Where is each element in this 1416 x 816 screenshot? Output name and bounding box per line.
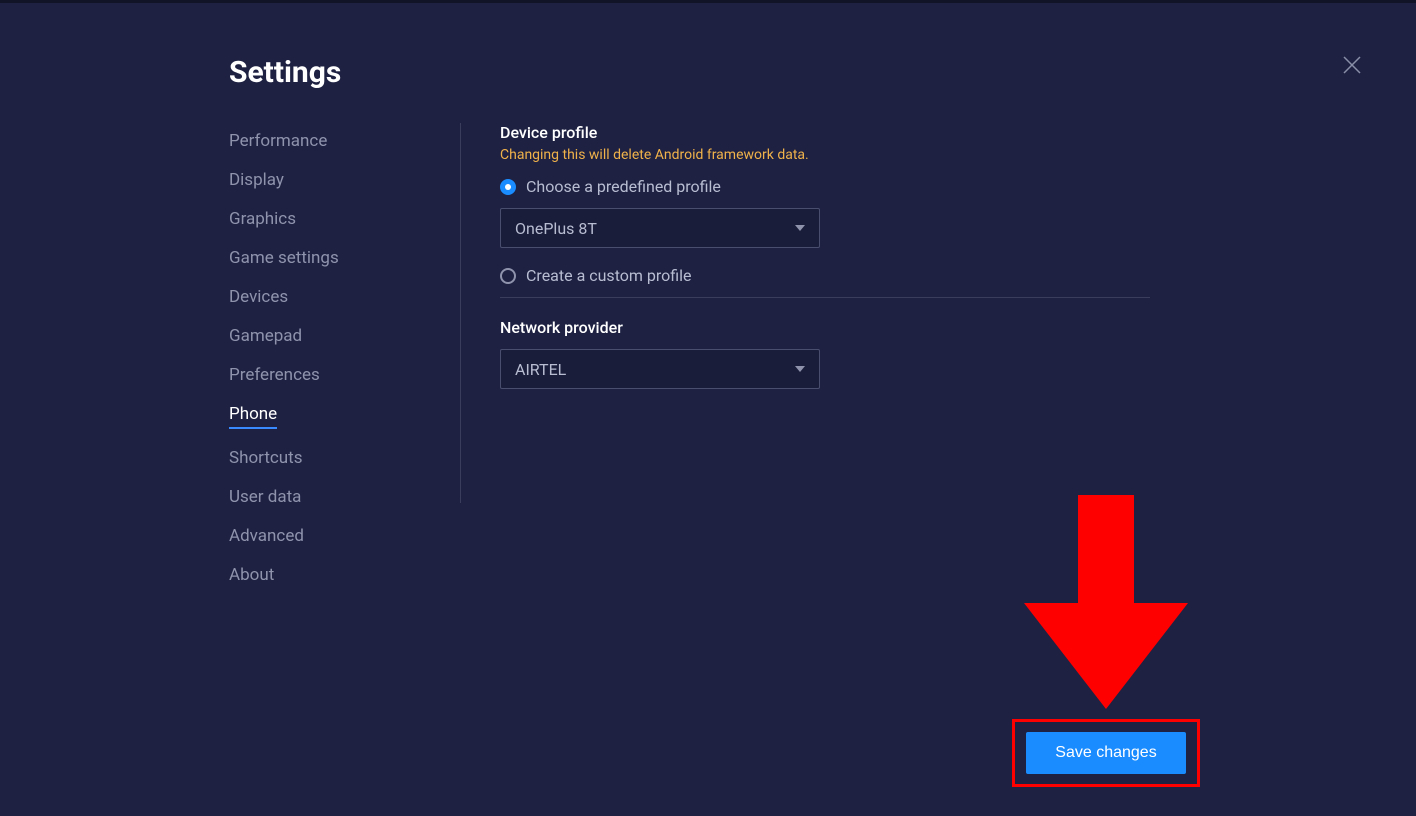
sidebar-item-display[interactable]: Display (229, 170, 284, 190)
sidebar-item-devices[interactable]: Devices (229, 287, 288, 307)
device-profile-select[interactable]: OnePlus 8T (500, 208, 820, 248)
vertical-divider (460, 123, 461, 503)
sidebar-item-gamepad[interactable]: Gamepad (229, 326, 302, 346)
settings-page: Settings Performance Display Graphics Ga… (0, 3, 1416, 816)
chevron-down-icon (795, 366, 805, 372)
save-changes-button[interactable]: Save changes (1026, 732, 1186, 774)
device-profile-heading: Device profile (500, 123, 1166, 142)
chevron-down-icon (795, 225, 805, 231)
network-provider-select[interactable]: AIRTEL (500, 349, 820, 389)
settings-sidebar: Performance Display Graphics Game settin… (229, 131, 439, 585)
radio-icon (500, 179, 516, 195)
sidebar-item-graphics[interactable]: Graphics (229, 209, 296, 229)
sidebar-item-performance[interactable]: Performance (229, 131, 327, 151)
radio-custom-profile[interactable]: Create a custom profile (500, 266, 1166, 285)
radio-icon (500, 268, 516, 284)
select-value: OnePlus 8T (515, 219, 597, 238)
radio-label: Choose a predefined profile (526, 177, 721, 196)
select-value: AIRTEL (515, 360, 566, 379)
section-divider (500, 297, 1150, 298)
settings-content: Device profile Changing this will delete… (500, 123, 1166, 407)
device-profile-warning: Changing this will delete Android framew… (500, 147, 1166, 163)
sidebar-item-phone[interactable]: Phone (229, 404, 277, 429)
sidebar-item-shortcuts[interactable]: Shortcuts (229, 448, 303, 468)
annotation-arrow-icon (1024, 495, 1188, 709)
sidebar-item-game-settings[interactable]: Game settings (229, 248, 339, 268)
page-title: Settings (229, 55, 341, 90)
close-icon[interactable] (1340, 53, 1364, 77)
sidebar-item-preferences[interactable]: Preferences (229, 365, 320, 385)
sidebar-item-user-data[interactable]: User data (229, 487, 301, 507)
sidebar-item-about[interactable]: About (229, 565, 274, 585)
sidebar-item-advanced[interactable]: Advanced (229, 526, 304, 546)
radio-predefined-profile[interactable]: Choose a predefined profile (500, 177, 1166, 196)
radio-label: Create a custom profile (526, 266, 692, 285)
annotation-highlight-box: Save changes (1012, 719, 1200, 787)
network-provider-heading: Network provider (500, 318, 1166, 337)
button-label: Save changes (1055, 744, 1156, 762)
